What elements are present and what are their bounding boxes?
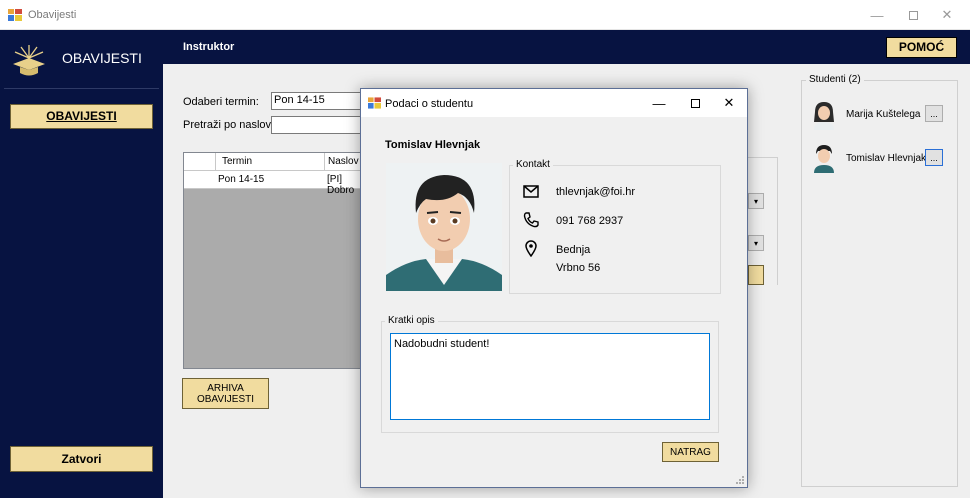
dropdown-arrow-icon[interactable]: ▾ — [748, 193, 764, 209]
sidebar-divider — [4, 88, 159, 89]
contact-group — [509, 165, 721, 294]
contact-address-line2: Vrbno 56 — [556, 262, 601, 274]
contact-email: thlevnjak@foi.hr — [556, 186, 636, 198]
back-button[interactable]: NATRAG — [662, 442, 719, 462]
student-name: Marija Kuštelega — [846, 109, 921, 120]
graduation-cap-icon — [13, 45, 45, 76]
brand-title: OBAVIJESTI — [62, 50, 142, 66]
maximize-icon — [690, 98, 700, 108]
student-name: Tomislav Hlevnjak — [846, 153, 927, 164]
column-header-naslov[interactable]: Naslov — [328, 156, 359, 167]
dialog-titlebar: Podaci o studentu — ✕ — [361, 89, 747, 117]
app-icon — [368, 97, 381, 109]
dialog-title: Podaci o studentu — [385, 98, 474, 110]
student-details-dialog: Podaci o studentu — ✕ Tomislav Hlevnjak … — [360, 88, 748, 488]
student-details-button[interactable]: ... — [925, 149, 943, 166]
student-name-heading: Tomislav Hlevnjak — [385, 139, 481, 151]
contact-phone: 091 768 2937 — [556, 215, 624, 227]
header-bar: Instruktor POMOĆ — [163, 30, 970, 64]
archive-button[interactable]: ARHIVA OBAVIJESTI — [182, 378, 269, 409]
dialog-minimize-button[interactable]: — — [641, 89, 677, 117]
main-titlebar: Obavijesti — ✕ — [0, 0, 970, 30]
close-icon: ✕ — [941, 7, 953, 22]
row-naslov: [PI] Dobro — [327, 174, 355, 196]
student-details-button[interactable]: ... — [925, 105, 943, 122]
close-app-button[interactable]: Zatvori — [10, 446, 153, 472]
dialog-close-button[interactable]: ✕ — [711, 89, 747, 117]
description-title: Kratki opis — [385, 315, 438, 326]
dialog-maximize-button[interactable] — [677, 89, 713, 117]
window-title: Obavijesti — [28, 9, 77, 21]
grid-header: Termin Naslov — [184, 153, 364, 189]
phone-icon — [523, 212, 539, 228]
app-icon — [8, 9, 22, 21]
dropdown-arrow-icon[interactable]: ▾ — [748, 235, 764, 251]
description-textarea[interactable]: Nadobudni student! — [390, 333, 710, 420]
notifications-grid[interactable]: Termin Naslov Pon 14-15 [PI] Dobro — [183, 152, 365, 369]
close-icon: ✕ — [723, 95, 735, 110]
contact-address-line1: Bednja — [556, 244, 591, 256]
hidden-gold-button[interactable] — [748, 265, 764, 285]
student-portrait — [386, 163, 502, 291]
maximize-icon — [908, 10, 918, 20]
nav-button-obavijesti[interactable]: OBAVIJESTI — [10, 104, 153, 129]
students-panel — [801, 80, 958, 487]
page-title: Instruktor — [183, 41, 235, 53]
resize-grip-icon[interactable] — [735, 475, 745, 485]
mail-icon — [523, 185, 539, 198]
row-termin: Pon 14-15 — [218, 174, 265, 185]
table-row[interactable]: Pon 14-15 [PI] Dobro — [184, 171, 364, 196]
term-label: Odaberi termin: — [183, 96, 259, 108]
sidebar: OBAVIJESTI OBAVIJESTI Zatvori — [0, 30, 163, 498]
contact-title: Kontakt — [513, 159, 553, 170]
column-header-termin[interactable]: Termin — [222, 156, 252, 167]
search-input[interactable] — [271, 116, 366, 134]
minimize-icon: — — [652, 95, 666, 111]
maximize-button[interactable] — [896, 0, 930, 30]
avatar — [810, 143, 838, 173]
minimize-button[interactable]: — — [860, 0, 894, 30]
minimize-icon: — — [870, 7, 884, 23]
term-select[interactable]: Pon 14-15 — [271, 92, 366, 110]
help-button[interactable]: POMOĆ — [886, 37, 957, 58]
search-label: Pretraži po naslovu: — [183, 119, 281, 131]
students-title: Studenti (2) — [806, 74, 864, 85]
avatar — [810, 100, 838, 130]
close-button[interactable]: ✕ — [930, 0, 964, 30]
location-pin-icon — [525, 240, 537, 257]
